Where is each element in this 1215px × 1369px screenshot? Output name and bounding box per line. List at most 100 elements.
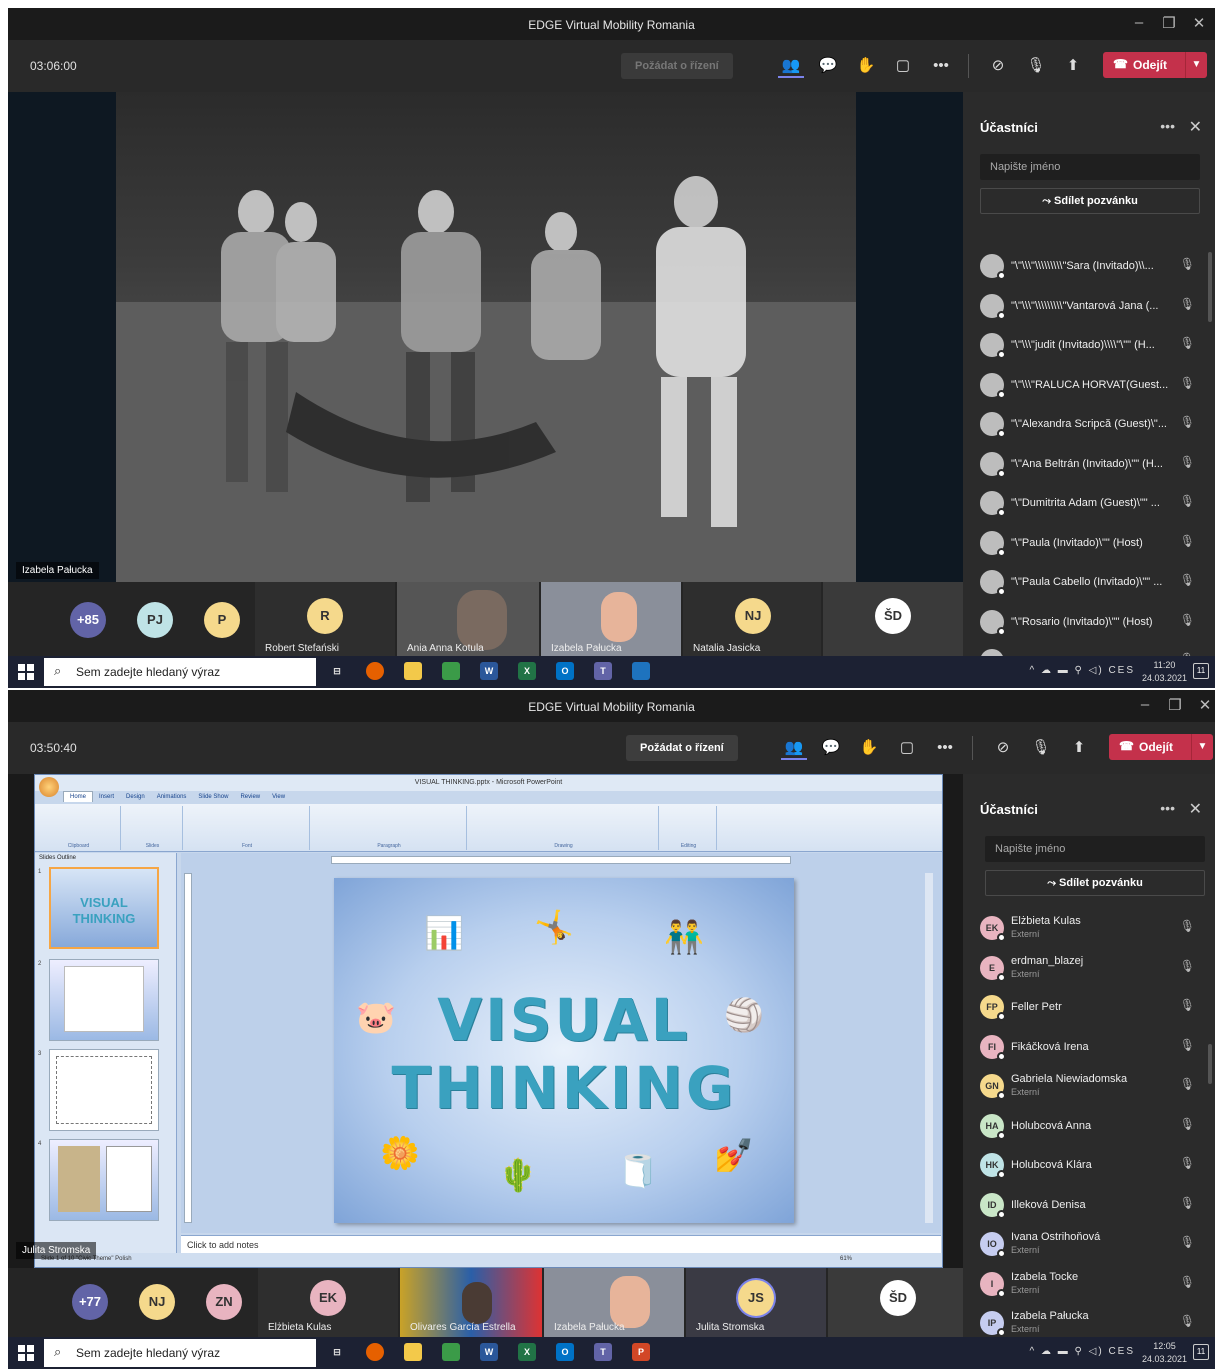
teams-icon[interactable]: T [594, 1343, 612, 1361]
tab-home[interactable]: Home [63, 791, 94, 802]
powerpoint-icon[interactable]: P [632, 1343, 650, 1361]
search-input[interactable]: Napište jméno [985, 836, 1205, 862]
participant-row[interactable]: GN Gabriela Niewiadomska Externí 🎙 [963, 1067, 1215, 1107]
share-screen-icon[interactable]: ⬆ [1066, 736, 1092, 760]
scrollbar[interactable] [1208, 1044, 1212, 1084]
overflow-count[interactable]: +85 [70, 602, 106, 638]
rooms-icon[interactable]: ▢ [890, 54, 916, 78]
participant-row[interactable]: HA Holubcová Anna 🎙 [963, 1107, 1215, 1147]
participant-row[interactable]: IP Izabela Pałucka Externí 🎙 [963, 1304, 1215, 1337]
participant-row[interactable]: "\"\\\"judit (Invitado)\\\\"\"" (H... 🎙 [963, 326, 1215, 366]
participant-video-tile[interactable]: Ania Anna Kotula [397, 582, 539, 658]
camera-off-icon[interactable]: ⊘ [985, 54, 1011, 78]
participant-row[interactable]: "\"Paula Cabello (Invitado)\"" ... 🎙 [963, 563, 1215, 603]
tab-animations[interactable]: Animations [151, 792, 193, 802]
participant-row[interactable]: "\"Dumitrita Adam (Guest)\"" ... 🎙 [963, 484, 1215, 524]
office-button-icon[interactable] [39, 777, 59, 797]
participant-row[interactable]: "\"\\\"\\\\\\\\\"Vantarová Jana (... 🎙 [963, 287, 1215, 327]
participant-row[interactable]: ID Illeková Denisa 🎙 [963, 1186, 1215, 1226]
mic-off-icon[interactable]: 🎙 [1028, 736, 1054, 760]
request-control-button[interactable]: Požádat o řízení [626, 735, 738, 761]
participant-tile[interactable]: R Robert Stefański [255, 582, 395, 658]
reactions-icon[interactable]: ✋ [853, 54, 879, 78]
word-icon[interactable]: W [480, 1343, 498, 1361]
vertical-scrollbar[interactable] [925, 873, 933, 1223]
participant-row[interactable]: "Cristian (Invitado)" (Host)🎙 [963, 642, 1215, 656]
ribbon-group-slides[interactable]: Slides [123, 806, 183, 850]
minimize-icon[interactable]: – [1129, 14, 1149, 31]
slide-canvas[interactable]: 📊 🤸 👬 🐷 🏐 VISUAL THINKING 🌼 🌵 🧻 💅 [334, 878, 794, 1223]
windows-start-icon[interactable] [18, 664, 34, 680]
avatar[interactable]: PJ [137, 602, 173, 638]
leave-button[interactable]: ☎ Odejít ▼ [1109, 734, 1213, 760]
teams-icon[interactable]: T [594, 662, 612, 680]
participant-row[interactable]: FI Fikáčková Irena 🎙 [963, 1028, 1215, 1068]
tab-slide-show[interactable]: Slide Show [192, 792, 234, 802]
close-icon[interactable]: ✕ [1195, 696, 1215, 714]
participant-row[interactable]: FP Feller Petr 🎙 [963, 988, 1215, 1028]
slide-thumbnail[interactable]: VISUAL THINKING [49, 867, 159, 949]
close-panel-icon[interactable]: ✕ [1189, 799, 1202, 819]
chevron-down-icon[interactable]: ▼ [1191, 734, 1213, 760]
request-control-button[interactable]: Požádat o řízení [621, 53, 733, 79]
participant-row[interactable]: I Izabela Tocke Externí 🎙 [963, 1265, 1215, 1305]
slides-outline-tabs[interactable]: Slides Outline [39, 855, 76, 861]
photos-icon[interactable] [632, 662, 650, 680]
excel-icon[interactable]: X [518, 1343, 536, 1361]
file-explorer-icon[interactable] [404, 1343, 422, 1361]
zoom-level[interactable]: 61% [840, 1256, 852, 1262]
app-icon[interactable] [442, 1343, 460, 1361]
ribbon-group-editing[interactable]: Editing [661, 806, 717, 850]
avatar[interactable]: NJ [139, 1284, 175, 1320]
notification-center-icon[interactable]: 11 [1193, 1344, 1209, 1360]
maximize-icon[interactable]: ❐ [1159, 14, 1179, 32]
avatar[interactable]: ZN [206, 1284, 242, 1320]
taskbar-search-input[interactable]: ⌕ Sem zadejte hledaný výraz [44, 658, 316, 686]
slide-thumbnail[interactable] [49, 1049, 159, 1131]
participant-tile[interactable]: ŠD [823, 582, 963, 658]
excel-icon[interactable]: X [518, 662, 536, 680]
minimize-icon[interactable]: – [1135, 696, 1155, 713]
more-options-icon[interactable]: ••• [1160, 800, 1175, 816]
task-view-icon[interactable]: ⊟ [328, 1343, 346, 1361]
participant-video-tile[interactable]: Izabela Pałucka [544, 1268, 684, 1337]
share-screen-icon[interactable]: ⬆ [1060, 54, 1086, 78]
tab-view[interactable]: View [266, 792, 291, 802]
outlook-icon[interactable]: O [556, 1343, 574, 1361]
participant-tile[interactable]: JS Julita Stromska [686, 1268, 826, 1337]
participant-row[interactable]: "\"Paula (Invitado)\"" (Host) 🎙 [963, 524, 1215, 564]
tab-insert[interactable]: Insert [93, 792, 120, 802]
more-actions-icon[interactable]: ••• [932, 736, 958, 760]
rooms-icon[interactable]: ▢ [894, 736, 920, 760]
participant-tile[interactable]: ŠD [828, 1268, 963, 1337]
notes-pane[interactable]: Click to add notes [181, 1235, 941, 1255]
participant-video-tile[interactable]: Izabela Pałucka [541, 582, 681, 658]
tab-design[interactable]: Design [120, 792, 151, 802]
reactions-icon[interactable]: ✋ [856, 736, 882, 760]
taskbar-search-input[interactable]: ⌕ Sem zadejte hledaný výraz [44, 1339, 316, 1367]
participant-row[interactable]: "\"\\\"\\\\\\\\\"Sara (Invitado)\\... 🎙 [963, 247, 1215, 287]
tab-review[interactable]: Review [234, 792, 266, 802]
participant-row[interactable]: HK Holubcová Klára 🎙 [963, 1146, 1215, 1186]
participant-row[interactable]: EK Elżbieta Kulas Externí 🎙 [963, 909, 1215, 949]
maximize-icon[interactable]: ❐ [1165, 696, 1185, 714]
avatar[interactable]: P [204, 602, 240, 638]
participants-icon[interactable]: 👥 [781, 736, 807, 760]
share-invite-button[interactable]: ⤳ Sdílet pozvánku [980, 188, 1200, 214]
participant-row[interactable]: "\"Ana Beltrán (Invitado)\"" (H... 🎙 [963, 445, 1215, 485]
windows-start-icon[interactable] [18, 1345, 34, 1361]
mic-off-icon[interactable]: 🎙 [1023, 54, 1049, 78]
input-language[interactable]: CES [1108, 1346, 1135, 1357]
close-panel-icon[interactable]: ✕ [1189, 117, 1202, 137]
participant-tile[interactable]: EK Elżbieta Kulas [258, 1268, 398, 1337]
app-icon[interactable] [442, 662, 460, 680]
participant-row[interactable]: Eerdman_blazej Externí 🎙 [963, 949, 1215, 989]
system-tray[interactable]: ^ ☁ ▬ ⚲ ◁) CES [1030, 665, 1136, 676]
ribbon-group-paragraph[interactable]: Paragraph [312, 806, 467, 850]
task-view-icon[interactable]: ⊟ [328, 662, 346, 680]
file-explorer-icon[interactable] [404, 662, 422, 680]
more-options-icon[interactable]: ••• [1160, 118, 1175, 134]
firefox-icon[interactable] [366, 1343, 384, 1361]
participants-icon[interactable]: 👥 [778, 54, 804, 78]
system-tray[interactable]: ^ ☁ ▬ ⚲ ◁) CES [1030, 1346, 1136, 1357]
